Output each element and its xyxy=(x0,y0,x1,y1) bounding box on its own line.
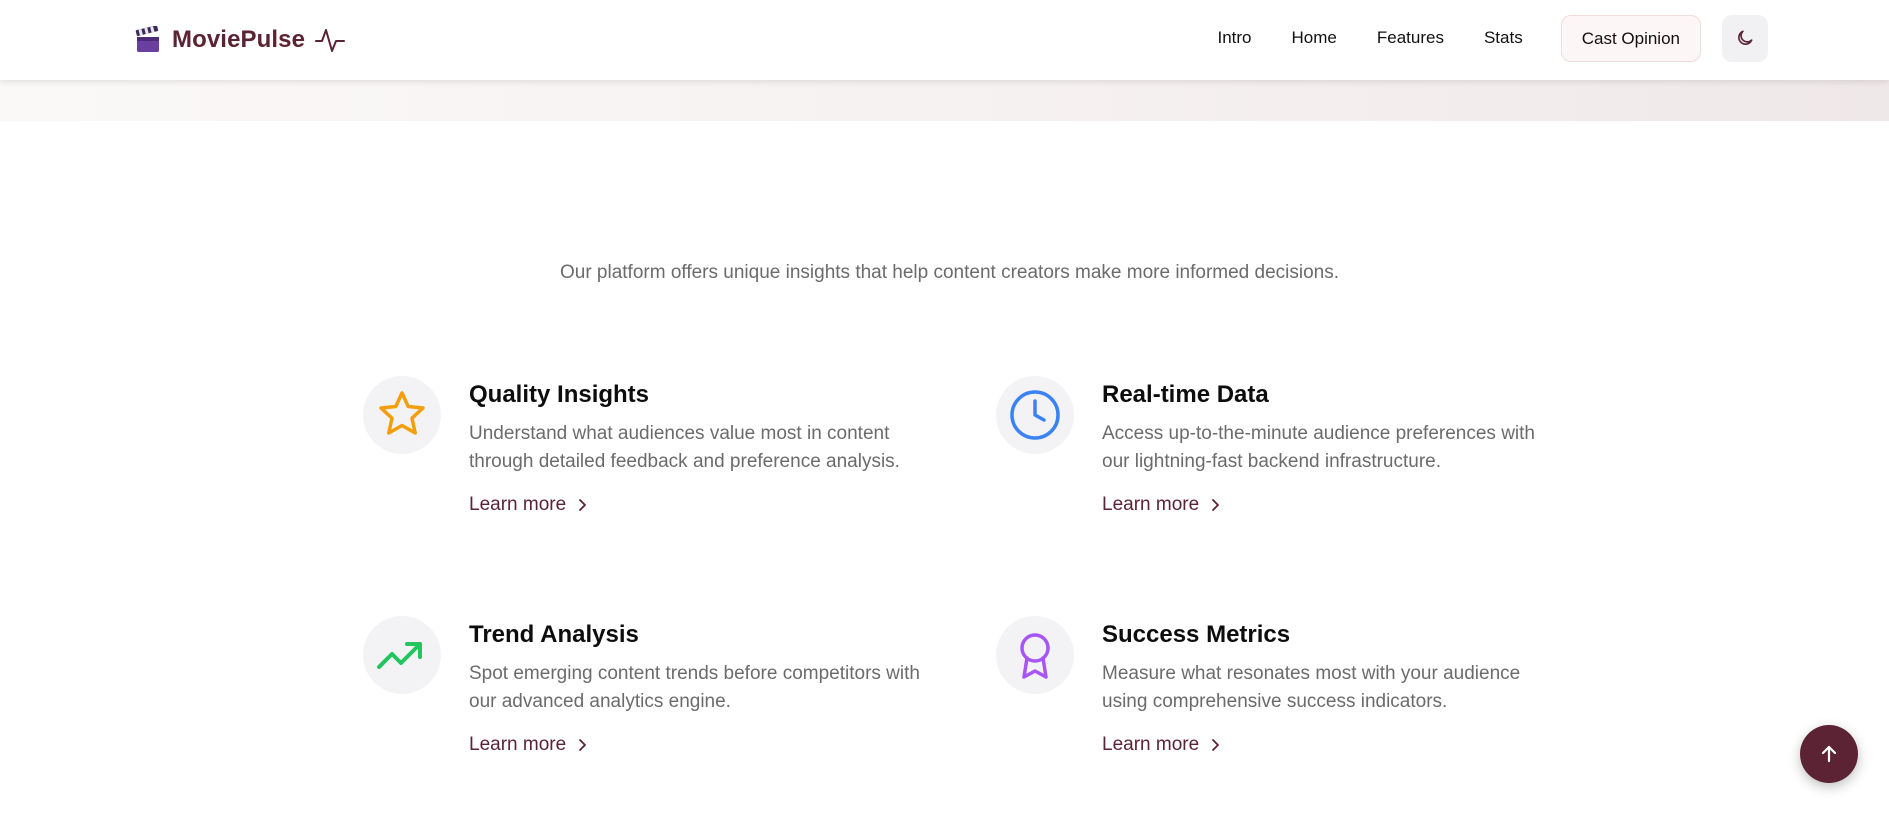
feature-title: Trend Analysis xyxy=(469,621,639,648)
nav-link-intro[interactable]: Intro xyxy=(1197,14,1271,62)
feature-icon-circle xyxy=(996,616,1074,694)
feature-quality-insights: Quality Insights Understand what audienc… xyxy=(363,376,923,536)
feature-description: Measure what resonates most with your au… xyxy=(1102,663,1521,712)
learn-more-label: Learn more xyxy=(469,734,567,755)
feature-real-time-data: Real-time Data Access up-to-the-minute a… xyxy=(996,376,1556,536)
learn-more-link[interactable]: Learn more xyxy=(469,734,590,756)
scroll-to-top-button[interactable] xyxy=(1800,725,1858,783)
feature-icon-circle xyxy=(363,376,441,454)
chevron-right-icon xyxy=(579,739,587,751)
feature-success-metrics: Success Metrics Measure what resonates m… xyxy=(996,616,1556,776)
feature-description: Access up-to-the-minute audience prefere… xyxy=(1102,423,1536,472)
learn-more-label: Learn more xyxy=(1102,734,1200,755)
learn-more-label: Learn more xyxy=(469,494,567,515)
features-intro-text: Our platform offers unique insights that… xyxy=(559,262,1340,283)
feature-icon-circle xyxy=(363,616,441,694)
main-nav: Intro Home Features Stats Cast Opinion xyxy=(1197,14,1768,62)
trending-up-icon xyxy=(377,642,422,669)
feature-trend-analysis: Trend Analysis Spot emerging content tre… xyxy=(363,616,923,776)
feature-description: Understand what audiences value most in … xyxy=(469,423,900,472)
theme-toggle-button[interactable] xyxy=(1722,14,1768,62)
chevron-right-icon xyxy=(1212,499,1220,511)
activity-pulse-icon xyxy=(315,29,346,52)
clapperboard-icon xyxy=(135,26,159,52)
chevron-right-icon xyxy=(579,499,587,511)
chevron-right-icon xyxy=(1212,739,1220,751)
learn-more-link[interactable]: Learn more xyxy=(1102,494,1223,516)
brand-name: MoviePulse xyxy=(172,26,306,53)
nav-link-home[interactable]: Home xyxy=(1272,14,1357,62)
cast-opinion-button[interactable]: Cast Opinion xyxy=(1560,14,1701,62)
feature-title: Success Metrics xyxy=(1102,621,1291,648)
clock-icon xyxy=(1010,390,1060,440)
award-icon xyxy=(1020,633,1050,679)
feature-title: Real-time Data xyxy=(1102,381,1269,408)
navbar: MoviePulse Intro Home Features Stats Cas… xyxy=(0,0,1889,80)
learn-more-label: Learn more xyxy=(1102,494,1200,515)
learn-more-link[interactable]: Learn more xyxy=(469,494,590,516)
arrow-up-icon xyxy=(1821,745,1837,763)
nav-link-features[interactable]: Features xyxy=(1357,14,1464,62)
star-icon xyxy=(379,391,425,435)
feature-title: Quality Insights xyxy=(469,381,650,408)
feature-description: Spot emerging content trends before comp… xyxy=(469,663,920,712)
moon-icon xyxy=(1738,30,1753,45)
nav-link-stats[interactable]: Stats xyxy=(1464,14,1543,62)
brand[interactable]: MoviePulse xyxy=(134,22,346,58)
learn-more-link[interactable]: Learn more xyxy=(1102,734,1223,756)
feature-icon-circle xyxy=(996,376,1074,454)
